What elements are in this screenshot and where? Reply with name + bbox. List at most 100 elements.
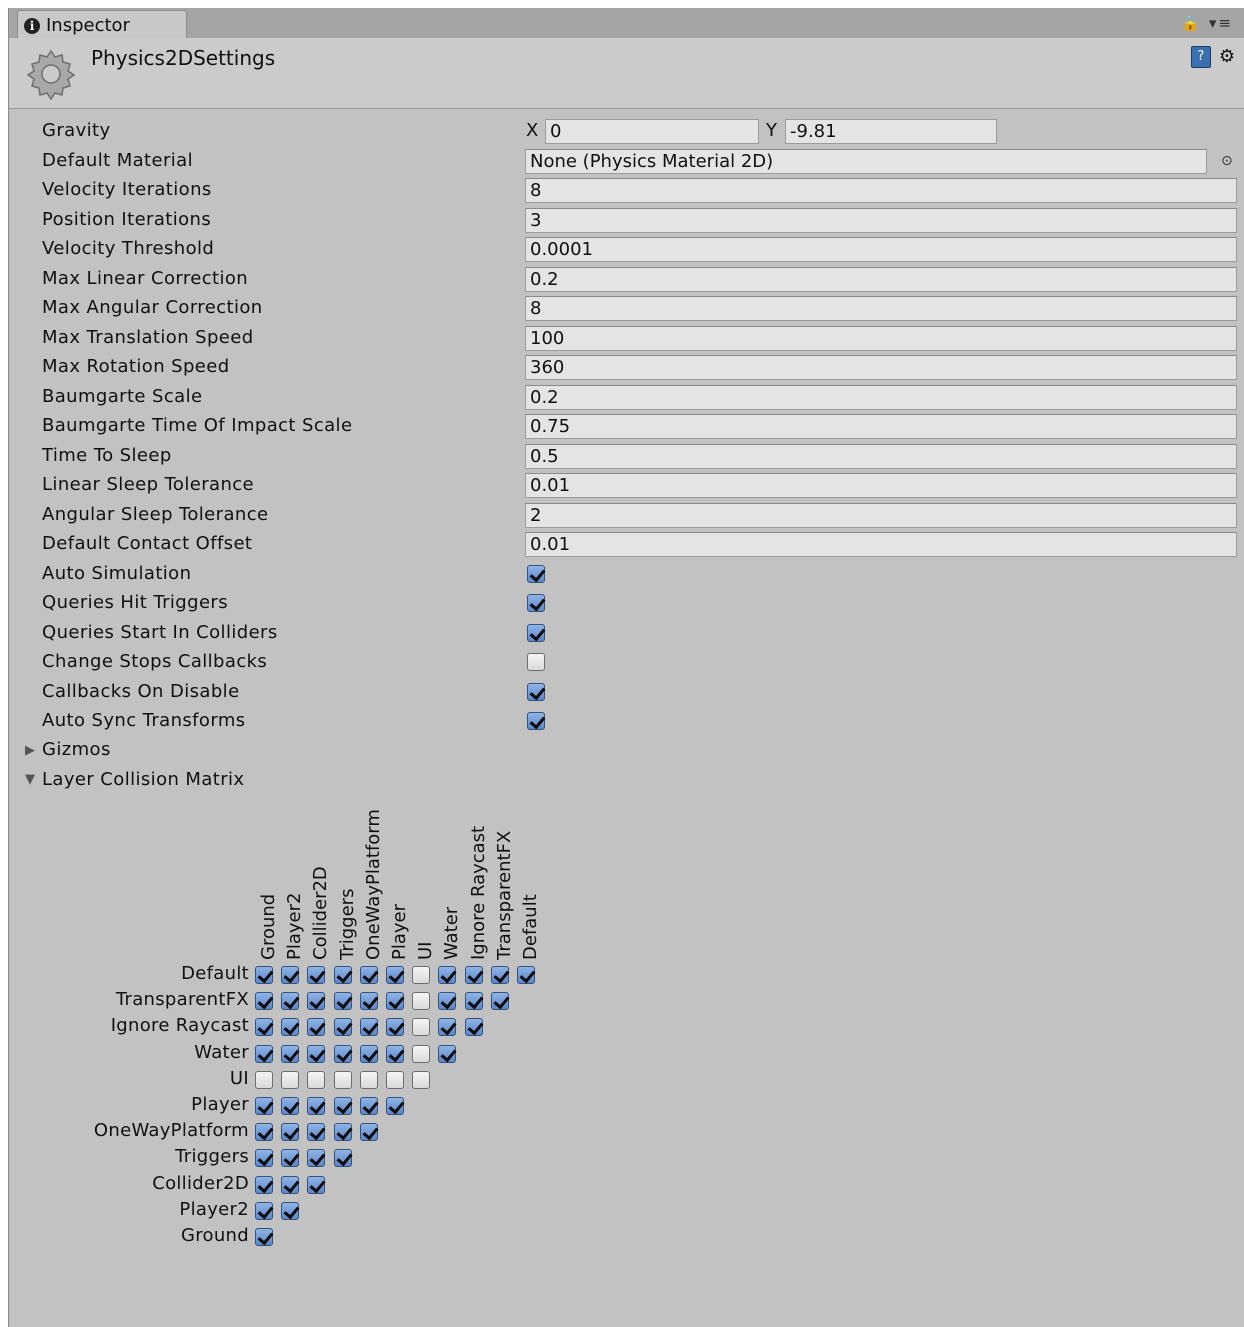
matrix-checkbox[interactable] <box>359 1018 378 1037</box>
gravity-y-label[interactable]: Y <box>766 120 777 141</box>
matrix-checkbox[interactable] <box>281 1044 300 1063</box>
matrix-checkbox[interactable] <box>281 1149 300 1168</box>
setting-value-field[interactable]: 0.2 <box>525 384 1237 410</box>
matrix-checkbox[interactable] <box>412 1018 431 1037</box>
matrix-checkbox[interactable] <box>412 1070 431 1089</box>
matrix-checkbox[interactable] <box>255 992 273 1011</box>
matrix-checkbox[interactable] <box>307 1149 326 1168</box>
matrix-checkbox[interactable] <box>359 1070 378 1089</box>
matrix-checkbox[interactable] <box>307 1175 326 1194</box>
matrix-checkbox[interactable] <box>281 1018 300 1037</box>
gravity-x-field[interactable]: 0 <box>545 119 759 144</box>
setting-value-field[interactable]: 360 <box>525 355 1237 380</box>
matrix-checkbox[interactable] <box>333 1097 352 1115</box>
matrix-checkbox[interactable] <box>307 1097 326 1115</box>
gear-menu-icon[interactable]: ⚙ <box>1219 46 1235 67</box>
toggle-checkbox[interactable] <box>527 712 545 730</box>
matrix-checkbox[interactable] <box>412 1044 431 1063</box>
matrix-checkbox[interactable] <box>281 1070 300 1089</box>
matrix-checkbox[interactable] <box>386 992 404 1011</box>
gravity-x-label[interactable]: X <box>526 120 538 141</box>
matrix-checkbox[interactable] <box>333 1149 352 1168</box>
matrix-checkbox[interactable] <box>464 966 483 984</box>
matrix-checkbox[interactable] <box>281 1123 300 1142</box>
lock-icon[interactable]: 🔒 <box>1181 14 1202 32</box>
setting-value-field[interactable]: 2 <box>525 502 1237 528</box>
matrix-checkbox[interactable] <box>412 966 431 984</box>
matrix-checkbox[interactable] <box>490 992 509 1011</box>
matrix-checkbox[interactable] <box>307 1123 326 1142</box>
matrix-checkbox[interactable] <box>438 966 457 984</box>
matrix-checkbox[interactable] <box>255 1175 273 1194</box>
matrix-checkbox[interactable] <box>281 1201 300 1220</box>
matrix-checkbox[interactable] <box>386 1044 404 1063</box>
matrix-checkbox[interactable] <box>333 1018 352 1037</box>
setting-value-field[interactable]: 0.01 <box>525 473 1237 498</box>
matrix-checkbox[interactable] <box>255 1123 273 1142</box>
matrix-checkbox[interactable] <box>255 1044 273 1063</box>
setting-value-field[interactable]: 8 <box>525 296 1237 321</box>
matrix-checkbox[interactable] <box>281 1175 300 1194</box>
matrix-checkbox[interactable] <box>307 1018 326 1037</box>
object-picker-icon[interactable]: ⊙ <box>1221 153 1233 169</box>
toggle-checkbox[interactable] <box>527 682 545 701</box>
matrix-checkbox[interactable] <box>255 1201 273 1220</box>
matrix-checkbox[interactable] <box>333 1070 352 1089</box>
setting-value-field[interactable]: 0.75 <box>525 414 1237 439</box>
collapsed-arrow-icon[interactable]: ▶ <box>25 743 35 758</box>
matrix-checkbox[interactable] <box>386 1070 404 1089</box>
matrix-checkbox[interactable] <box>255 1070 273 1089</box>
toggle-checkbox[interactable] <box>527 653 545 671</box>
setting-value-field[interactable]: 8 <box>525 178 1237 203</box>
matrix-checkbox[interactable] <box>386 1097 404 1115</box>
matrix-checkbox[interactable] <box>307 966 326 984</box>
toggle-checkbox[interactable] <box>527 564 545 583</box>
matrix-checkbox[interactable] <box>281 992 300 1011</box>
matrix-checkbox[interactable] <box>517 966 535 984</box>
setting-value-field[interactable]: 100 <box>525 325 1237 351</box>
matrix-checkbox[interactable] <box>464 992 483 1011</box>
matrix-checkbox[interactable] <box>307 992 326 1011</box>
matrix-checkbox[interactable] <box>438 1018 457 1037</box>
default-material-field[interactable]: None (Physics Material 2D) <box>525 148 1207 174</box>
matrix-checkbox[interactable] <box>333 992 352 1011</box>
matrix-checkbox[interactable] <box>255 1149 273 1168</box>
setting-value-field[interactable]: 3 <box>525 207 1237 233</box>
matrix-checkbox[interactable] <box>386 1018 404 1037</box>
matrix-checkbox[interactable] <box>386 966 404 984</box>
matrix-checkbox[interactable] <box>281 1097 300 1115</box>
matrix-checkbox[interactable] <box>490 966 509 984</box>
matrix-checkbox[interactable] <box>255 1018 273 1037</box>
setting-value-field[interactable]: 0.2 <box>525 266 1237 292</box>
gravity-y-field[interactable]: -9.81 <box>785 119 997 144</box>
layer-collision-matrix-foldout[interactable]: ▼ Layer Collision Matrix <box>9 767 1244 796</box>
menu-icon[interactable]: ▾≡ <box>1209 14 1233 32</box>
help-book-icon[interactable]: ? <box>1190 46 1211 68</box>
matrix-checkbox[interactable] <box>255 1097 273 1115</box>
matrix-checkbox[interactable] <box>359 1044 378 1063</box>
matrix-checkbox[interactable] <box>438 992 457 1011</box>
setting-value-field[interactable]: 0.5 <box>525 443 1237 469</box>
matrix-checkbox[interactable] <box>464 1018 483 1037</box>
matrix-checkbox[interactable] <box>307 1070 326 1089</box>
tab-inspector[interactable]: i Inspector <box>17 10 187 39</box>
matrix-checkbox[interactable] <box>307 1044 326 1063</box>
matrix-checkbox[interactable] <box>359 966 378 984</box>
matrix-checkbox[interactable] <box>438 1044 457 1063</box>
setting-value-field[interactable]: 0.01 <box>525 532 1237 557</box>
toggle-checkbox[interactable] <box>527 623 545 642</box>
matrix-checkbox[interactable] <box>359 1097 378 1115</box>
matrix-checkbox[interactable] <box>359 992 378 1011</box>
setting-value-field[interactable]: 0.0001 <box>525 237 1237 262</box>
matrix-checkbox[interactable] <box>281 966 300 984</box>
matrix-checkbox[interactable] <box>359 1123 378 1142</box>
matrix-checkbox[interactable] <box>333 966 352 984</box>
matrix-checkbox[interactable] <box>333 1123 352 1142</box>
expanded-arrow-icon[interactable]: ▼ <box>25 772 35 787</box>
matrix-checkbox[interactable] <box>333 1044 352 1063</box>
toggle-checkbox[interactable] <box>527 594 545 612</box>
gizmos-foldout[interactable]: ▶ Gizmos <box>9 737 1244 766</box>
matrix-checkbox[interactable] <box>412 992 431 1011</box>
matrix-checkbox[interactable] <box>255 966 273 984</box>
matrix-checkbox[interactable] <box>255 1228 273 1246</box>
